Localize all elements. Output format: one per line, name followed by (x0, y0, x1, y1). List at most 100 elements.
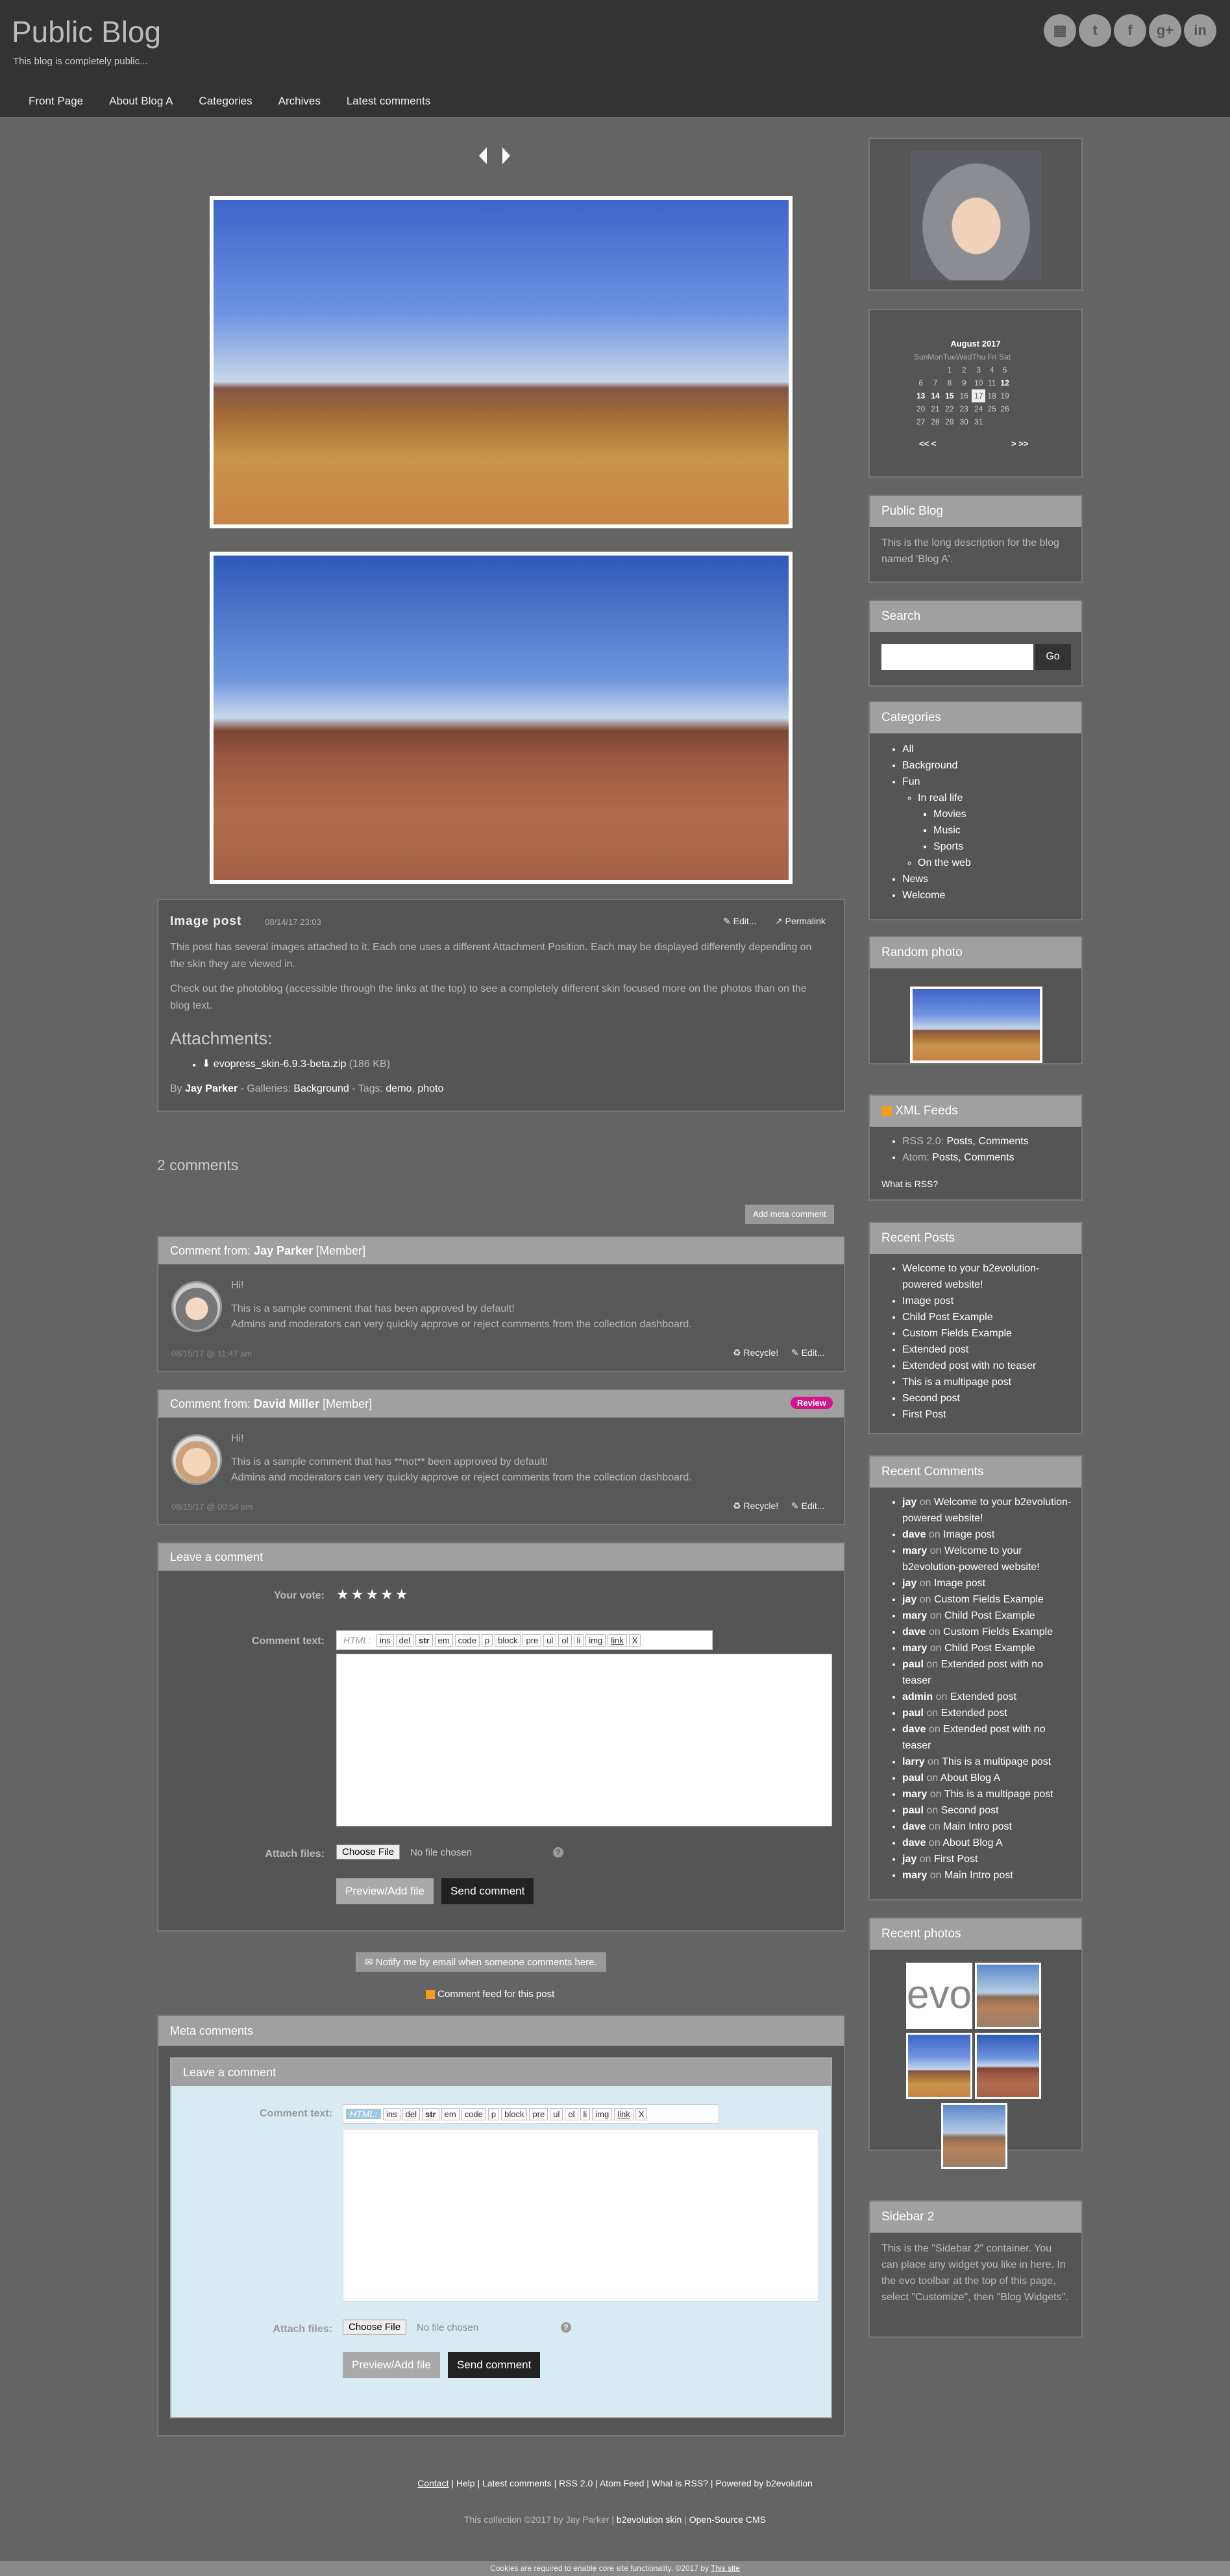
category-news[interactable]: News (902, 874, 928, 885)
recent-photo[interactable] (906, 2033, 972, 2099)
facebook-icon[interactable]: f (1114, 14, 1146, 47)
footer-cms-link[interactable]: Open-Source CMS (689, 2514, 766, 2525)
toolbar-link[interactable]: link (614, 2107, 633, 2120)
recent-comment-author[interactable]: admin (902, 1691, 933, 1702)
toolbar-code[interactable]: code (454, 1634, 480, 1647)
edit-link[interactable]: ✎ Edit... (723, 916, 756, 927)
recent-comment-post[interactable]: Image post (934, 1578, 985, 1589)
category-music[interactable]: Music (933, 825, 961, 836)
toolbar-str[interactable]: str (421, 2107, 439, 2120)
recent-comment-author[interactable]: jay (902, 1497, 916, 1508)
calendar-next[interactable]: > >> (1011, 439, 1028, 448)
twitter-icon[interactable]: t (1079, 14, 1111, 47)
toolbar-str[interactable]: str (415, 1634, 433, 1647)
comment-feed-label[interactable]: Comment feed for this post (437, 1989, 554, 2000)
toolbar-ol[interactable]: ol (558, 1634, 572, 1647)
comment-edit-link[interactable]: ✎ Edit... (791, 1501, 824, 1512)
toolbar-ins[interactable]: ins (376, 1634, 394, 1647)
permalink-link[interactable]: ↗ Permalink (775, 916, 826, 927)
nav-front-page[interactable]: Front Page (16, 91, 96, 117)
search-go-button[interactable]: Go (1035, 644, 1071, 670)
permalink-label[interactable]: Permalink (785, 916, 826, 926)
tag-photo[interactable]: photo (417, 1083, 443, 1094)
calendar-day[interactable]: 14 (928, 389, 942, 402)
social-icon-1[interactable]: ▦ (1044, 14, 1076, 47)
gallery-link[interactable]: Background (293, 1083, 349, 1094)
meta-choose-file-button[interactable]: Choose File (343, 2320, 407, 2335)
recycle-label[interactable]: Recycle! (743, 1501, 778, 1511)
choose-file-button[interactable]: Choose File (336, 1845, 400, 1859)
recent-post-link[interactable]: First Post (902, 1409, 946, 1420)
footer-atom[interactable]: Atom Feed (600, 2478, 644, 2488)
cookie-link[interactable]: This site (711, 2564, 740, 2573)
recent-comment-author[interactable]: jay (902, 1594, 916, 1605)
recent-post-link[interactable]: Extended post (902, 1344, 968, 1355)
toolbar-close[interactable]: X (635, 2107, 648, 2120)
meta-send-comment-button[interactable]: Send comment (448, 2352, 541, 2378)
recent-comment-author[interactable]: paul (902, 1659, 924, 1670)
recent-comment-author[interactable]: paul (902, 1773, 924, 1784)
calendar-day[interactable]: 12 (998, 376, 1011, 389)
toolbar-close[interactable]: X (628, 1634, 641, 1647)
recent-post-link[interactable]: This is a multipage post (902, 1377, 1011, 1388)
recent-comment-author[interactable]: mary (902, 1610, 927, 1621)
toolbar-p[interactable]: p (481, 1634, 493, 1647)
comment-textarea[interactable] (336, 1654, 832, 1826)
footer-latest-comments[interactable]: Latest comments (482, 2478, 552, 2488)
help-icon[interactable]: ? (553, 1847, 563, 1858)
recent-comment-author[interactable]: dave (902, 1821, 926, 1832)
preview-add-file-button[interactable]: Preview/Add file (336, 1878, 434, 1904)
recent-comment-author[interactable]: larry (902, 1756, 925, 1767)
notify-label[interactable]: Notify me by email when someone comments… (376, 1957, 597, 1968)
recent-comment-author[interactable]: paul (902, 1708, 924, 1719)
footer-what-is-rss[interactable]: What is RSS? (652, 2478, 708, 2488)
recycle-link[interactable]: ♻ Recycle! (733, 1501, 778, 1512)
tag-demo[interactable]: demo (386, 1083, 412, 1094)
footer-skin-link[interactable]: b2evolution skin (617, 2514, 682, 2525)
search-input[interactable] (881, 644, 1033, 670)
recent-comment-post[interactable]: Main Intro post (943, 1821, 1012, 1832)
toolbar-li[interactable]: li (580, 2107, 591, 2120)
recent-post-link[interactable]: Second post (902, 1393, 960, 1404)
comment-author[interactable]: David Miller (254, 1397, 319, 1410)
avatar[interactable] (171, 1434, 222, 1485)
toolbar-block[interactable]: block (495, 1634, 521, 1647)
category-welcome[interactable]: Welcome (902, 890, 945, 901)
toolbar-block[interactable]: block (501, 2107, 528, 2120)
category-movies[interactable]: Movies (933, 809, 966, 820)
toolbar-p[interactable]: p (487, 2107, 500, 2120)
recycle-label[interactable]: Recycle! (743, 1347, 778, 1358)
recent-comment-author[interactable]: dave (902, 1724, 926, 1735)
recent-comment-post[interactable]: Child Post Example (944, 1610, 1035, 1621)
google-plus-icon[interactable]: g+ (1149, 14, 1181, 47)
notify-button[interactable]: ✉ Notify me by email when someone commen… (356, 1952, 606, 1972)
recent-post-link[interactable]: Custom Fields Example (902, 1328, 1012, 1339)
toolbar-em[interactable]: em (434, 1634, 453, 1647)
recent-comment-author[interactable]: mary (902, 1789, 927, 1800)
nav-latest-comments[interactable]: Latest comments (334, 91, 443, 117)
edit-label[interactable]: Edit... (733, 916, 757, 926)
toolbar-pre[interactable]: pre (529, 2107, 548, 2120)
recent-comment-post[interactable]: Image post (943, 1529, 994, 1540)
category-on-the-web[interactable]: On the web (918, 857, 971, 868)
recent-comment-author[interactable]: dave (902, 1626, 926, 1638)
toolbar-del[interactable]: del (402, 2107, 420, 2120)
calendar-prev[interactable]: << < (919, 439, 936, 448)
comment-author[interactable]: Jay Parker (254, 1244, 313, 1257)
next-post-icon[interactable] (500, 146, 513, 166)
toolbar-pre[interactable]: pre (523, 1634, 542, 1647)
calendar-day[interactable]: 15 (943, 389, 956, 402)
footer-help[interactable]: Help (456, 2478, 475, 2488)
post-title[interactable]: Image post (170, 914, 241, 929)
toolbar-li[interactable]: li (573, 1634, 584, 1647)
recent-comment-post[interactable]: This is a multipage post (942, 1756, 1051, 1767)
avatar[interactable] (171, 1281, 222, 1332)
nav-about[interactable]: About Blog A (96, 91, 186, 117)
toolbar-ins[interactable]: ins (383, 2107, 400, 2120)
blog-title[interactable]: Public Blog (12, 14, 161, 49)
recent-photo[interactable] (941, 2103, 1007, 2169)
star-rating[interactable]: ★★★★★ (336, 1586, 410, 1603)
footer-rss[interactable]: RSS 2.0 (559, 2478, 593, 2488)
profile-photo[interactable] (911, 151, 1041, 280)
post-image-1[interactable] (210, 196, 793, 528)
